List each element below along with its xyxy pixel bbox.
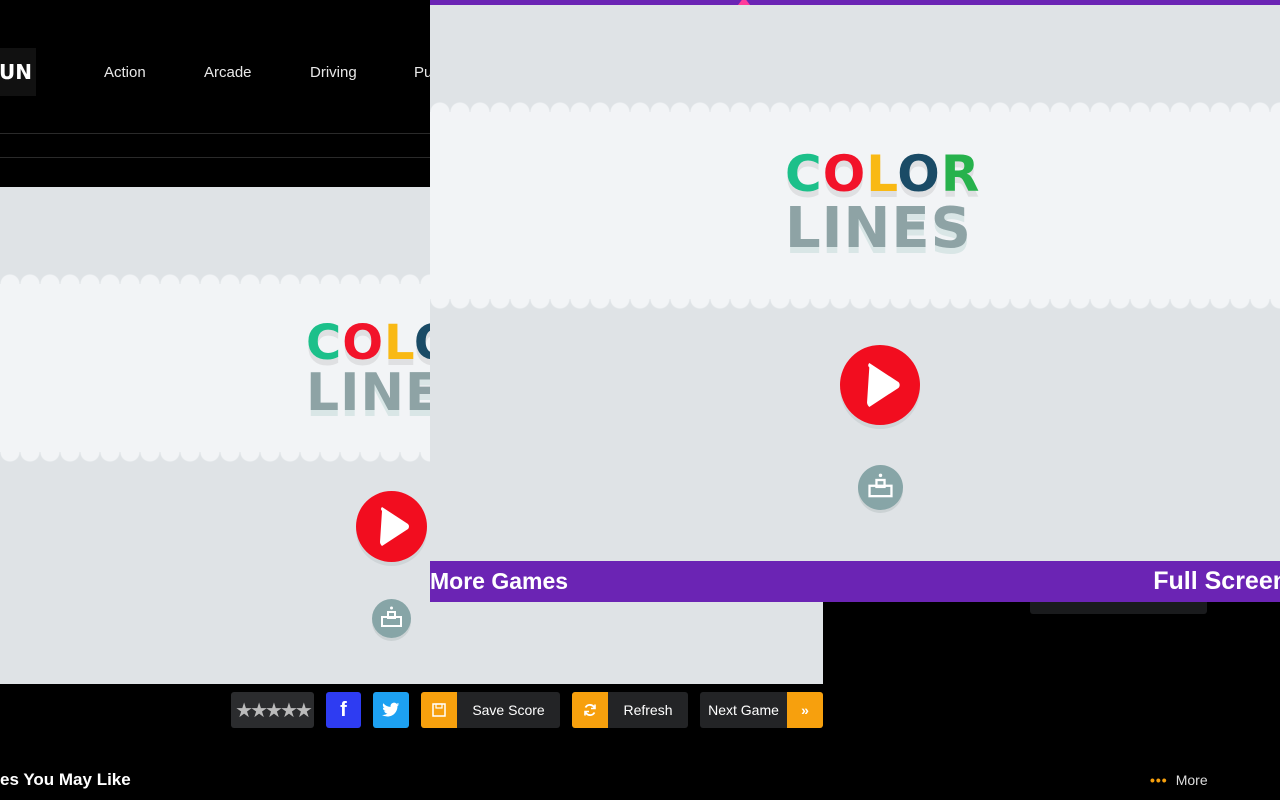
play-button[interactable] [356,491,427,562]
save-icon [421,692,457,728]
header-divider [0,133,430,134]
nav-item-action[interactable]: Action [104,64,146,81]
header-divider [0,157,430,158]
game-popup-window[interactable]: COLOR LINES More Games Full Screen [430,0,1280,602]
double-chevron-right-icon: » [787,692,823,728]
section-title-may-like: es You May Like [0,770,131,789]
facebook-share-button[interactable]: f [326,692,361,728]
twitter-share-button[interactable] [373,692,409,728]
next-game-label: Next Game [708,702,779,718]
more-games-link[interactable]: More Games [430,568,568,595]
more-dots-icon: ••• [1150,772,1168,788]
popup-bottom-bar: More Games Full Screen [430,561,1280,602]
refresh-icon [572,692,608,728]
popup-play-button[interactable] [840,345,920,425]
save-score-label: Save Score [472,702,545,718]
refresh-label: Refresh [623,702,673,718]
play-icon [867,363,900,407]
podium-icon [381,606,402,627]
more-link[interactable]: ••• More [1150,772,1208,788]
nav-item-driving[interactable]: Driving [310,64,357,81]
leaderboard-button[interactable] [372,599,411,638]
site-logo[interactable]: FUN [0,48,36,96]
popup-game-title-lines: LINES [785,196,972,261]
podium-icon [868,473,893,498]
twitter-icon [382,702,400,717]
popup-leaderboard-button[interactable] [858,465,903,510]
refresh-button[interactable]: Refresh [572,692,688,728]
logo-text: FUN [0,60,32,84]
popup-game-title-color: COLOR [785,145,981,203]
next-game-button[interactable]: Next Game » [700,692,823,728]
play-icon [380,507,409,546]
popup-game-frame[interactable]: COLOR LINES [430,5,1280,561]
more-label: More [1175,772,1208,788]
full-screen-button[interactable]: Full Screen [1153,567,1280,596]
stars-icon: ★★★★★ [235,699,313,722]
save-score-button[interactable]: Save Score [421,692,560,728]
facebook-icon: f [340,698,347,721]
nav-item-arcade[interactable]: Arcade [204,64,252,81]
rating-stars[interactable]: ★★★★★ [231,692,314,728]
